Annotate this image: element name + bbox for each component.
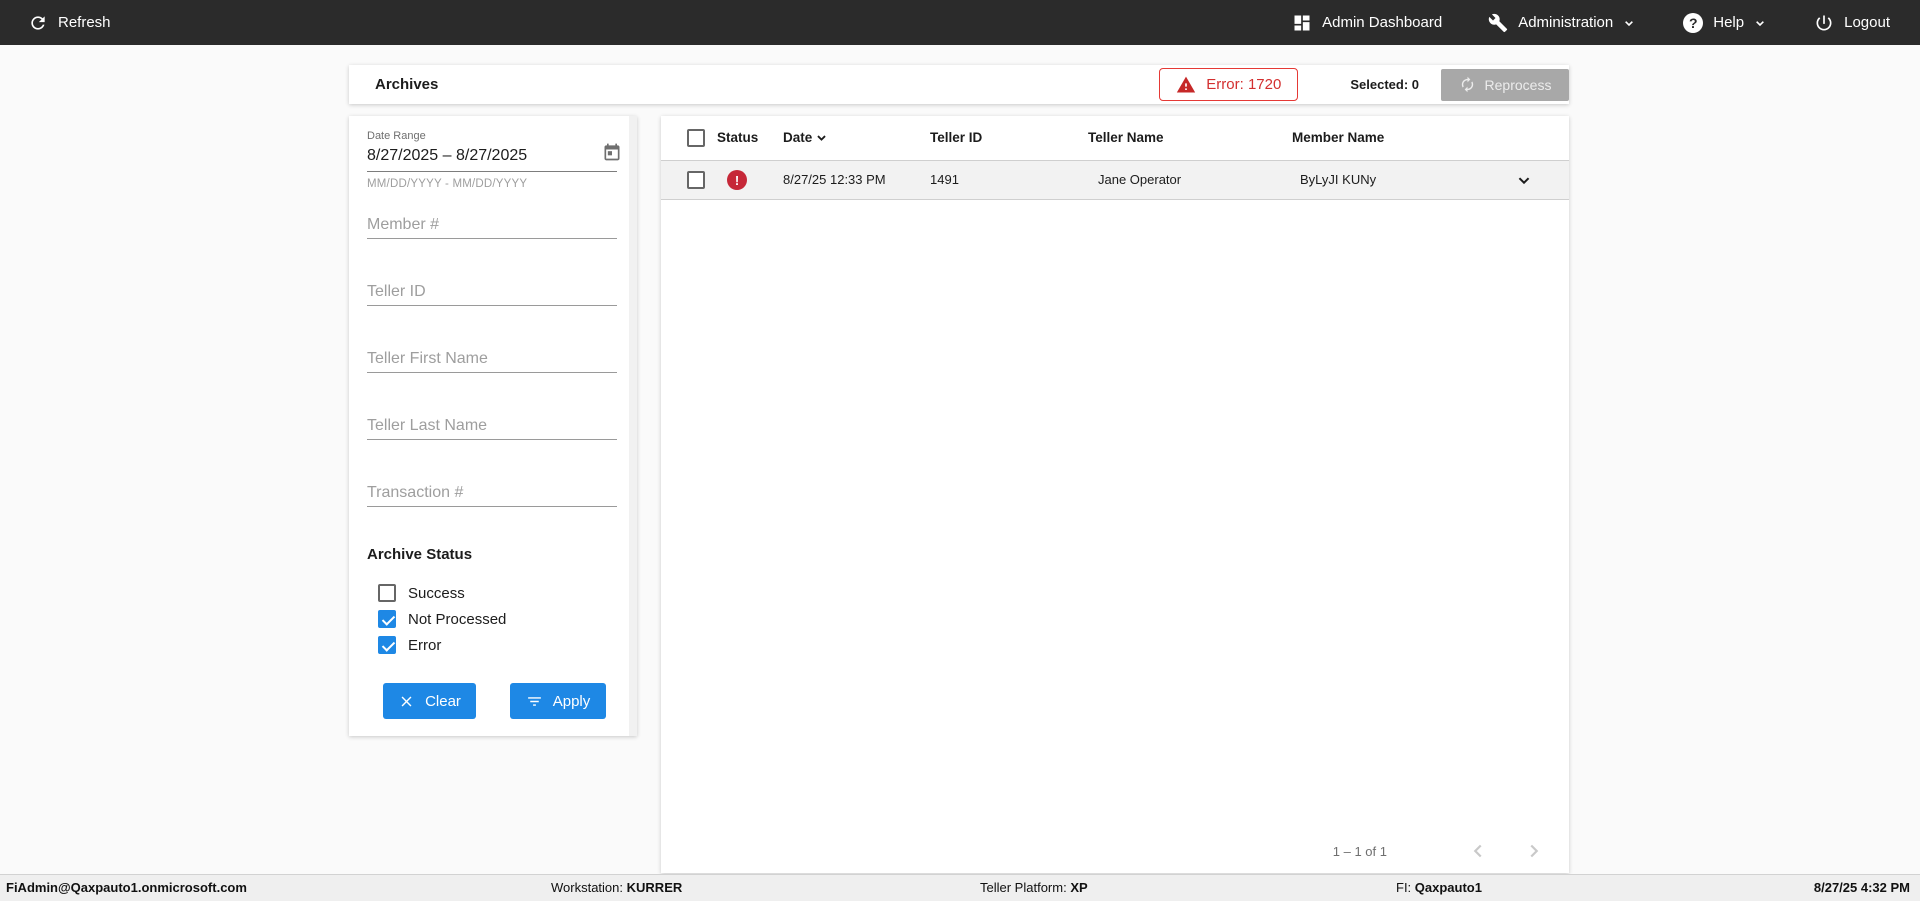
- pagination: 1 – 1 of 1: [1333, 840, 1545, 862]
- filter-icon: [527, 696, 541, 706]
- success-checkbox[interactable]: [378, 584, 396, 602]
- chevron-right-icon: [1530, 844, 1539, 858]
- sidebar-scrollbar[interactable]: [629, 116, 637, 736]
- row-member-name: ByLyJI KUNy: [1300, 172, 1377, 187]
- column-header-teller-id[interactable]: Teller ID: [930, 116, 982, 160]
- refresh-label: Refresh: [58, 14, 111, 31]
- row-teller-id: 1491: [930, 172, 959, 187]
- teller-first-name-input[interactable]: [367, 346, 617, 373]
- error-status-icon: [727, 170, 747, 190]
- table-row[interactable]: 8/27/25 12:33 PM 1491 Jane Operator ByLy…: [661, 160, 1569, 200]
- expand-row-icon[interactable]: [1513, 169, 1535, 191]
- calendar-icon: [604, 143, 620, 161]
- checkbox-not-processed[interactable]: Not Processed: [378, 607, 506, 631]
- platform-label: Teller Platform:: [980, 880, 1067, 895]
- teller-id-input[interactable]: [367, 279, 617, 306]
- row-checkbox[interactable]: [687, 171, 705, 189]
- logout-button[interactable]: Logout: [1814, 13, 1890, 33]
- fi-info: FI: Qaxpauto1: [1396, 875, 1482, 901]
- next-page-button[interactable]: [1523, 840, 1545, 862]
- apply-label: Apply: [552, 692, 591, 710]
- transaction-number-input[interactable]: [367, 480, 617, 507]
- workstation-info: Workstation: KURRER: [551, 875, 682, 901]
- chevron-down-icon: [1756, 20, 1765, 26]
- page-title: Archives: [375, 76, 439, 93]
- workstation-label: Workstation:: [551, 880, 624, 895]
- chevron-down-icon: [1625, 20, 1634, 26]
- selected-count: Selected: 0: [1350, 77, 1419, 92]
- reprocess-button[interactable]: Reprocess: [1441, 68, 1569, 101]
- logged-in-user: FiAdmin@Qaxpauto1.onmicrosoft.com: [6, 880, 247, 895]
- admin-dashboard-link[interactable]: Admin Dashboard: [1292, 13, 1442, 33]
- select-all-checkbox[interactable]: [687, 129, 705, 147]
- fi-value: Qaxpauto1: [1414, 880, 1482, 895]
- member-number-input[interactable]: [367, 212, 617, 239]
- reprocess-label: Reprocess: [1484, 76, 1552, 93]
- clear-button[interactable]: Clear: [383, 683, 476, 719]
- checkbox-success[interactable]: Success: [378, 581, 465, 605]
- current-datetime: 8/27/25 4:32 PM: [1813, 880, 1910, 895]
- calendar-picker-button[interactable]: [601, 142, 623, 164]
- administration-label: Administration: [1518, 14, 1614, 31]
- refresh-icon: [31, 15, 45, 30]
- column-header-date[interactable]: Date: [783, 116, 830, 160]
- chevron-left-icon: [1473, 844, 1482, 858]
- error-label: Error: [408, 636, 442, 654]
- power-icon: [1816, 15, 1832, 30]
- help-label: Help: [1713, 14, 1745, 31]
- previous-page-button[interactable]: [1467, 840, 1489, 862]
- date-range-input[interactable]: 8/27/2025 – 8/27/2025: [367, 144, 617, 172]
- archives-table: Status Date Teller ID Teller Name Member…: [661, 116, 1569, 873]
- reprocess-icon: [1461, 76, 1473, 93]
- row-teller-name: Jane Operator: [1098, 172, 1182, 187]
- column-header-status[interactable]: Status: [717, 116, 758, 160]
- date-format-hint: MM/DD/YYYY - MM/DD/YYYY: [367, 178, 528, 190]
- topbar-right-group: Admin Dashboard Administration Help Logo…: [1292, 12, 1890, 33]
- clear-icon: [401, 696, 412, 706]
- platform-value: XP: [1070, 880, 1088, 895]
- dashboard-icon: [1294, 15, 1310, 30]
- column-header-teller-name[interactable]: Teller Name: [1088, 116, 1164, 160]
- teller-platform-info: Teller Platform: XP: [980, 875, 1088, 901]
- administration-menu[interactable]: Administration: [1488, 13, 1637, 33]
- pagination-range: 1 – 1 of 1: [1332, 843, 1387, 859]
- checkbox-error[interactable]: Error: [378, 633, 441, 657]
- not-processed-checkbox[interactable]: [378, 610, 396, 628]
- clear-label: Clear: [425, 692, 461, 710]
- app-root: Refresh Admin Dashboard Administration H…: [0, 0, 1920, 901]
- date-column-label: Date: [783, 130, 813, 145]
- logout-label: Logout: [1844, 14, 1890, 31]
- error-count-badge[interactable]: Error: 1720: [1159, 68, 1299, 101]
- not-processed-label: Not Processed: [408, 610, 507, 628]
- help-menu[interactable]: Help: [1683, 12, 1768, 33]
- workstation-value: KURRER: [626, 880, 683, 895]
- wrench-icon: [1488, 13, 1508, 32]
- error-badge-label: Error: 1720: [1206, 76, 1282, 93]
- date-range-label: Date Range: [367, 130, 426, 142]
- refresh-button[interactable]: Refresh: [28, 13, 111, 33]
- column-header-member-name[interactable]: Member Name: [1292, 116, 1384, 160]
- help-icon: [1683, 12, 1704, 33]
- archive-status-heading: Archive Status: [367, 546, 473, 563]
- page-title-bar: Archives Error: 1720 Selected: 0 Reproce…: [349, 65, 1569, 104]
- success-label: Success: [408, 584, 465, 602]
- sort-desc-icon: [817, 135, 826, 141]
- filter-panel: Date Range 8/27/2025 – 8/27/2025 MM/DD/Y…: [349, 116, 637, 736]
- row-date: 8/27/25 12:33 PM: [783, 172, 886, 187]
- top-navigation-bar: Refresh Admin Dashboard Administration H…: [0, 0, 1920, 45]
- error-checkbox[interactable]: [378, 636, 396, 654]
- table-header-row: Status Date Teller ID Teller Name Member…: [661, 116, 1569, 160]
- fi-label: FI:: [1396, 880, 1412, 895]
- warning-icon: [1177, 76, 1196, 92]
- teller-last-name-input[interactable]: [367, 413, 617, 440]
- apply-button[interactable]: Apply: [510, 683, 606, 719]
- admin-dashboard-label: Admin Dashboard: [1322, 14, 1443, 31]
- status-bar: FiAdmin@Qaxpauto1.onmicrosoft.com Workst…: [0, 874, 1920, 901]
